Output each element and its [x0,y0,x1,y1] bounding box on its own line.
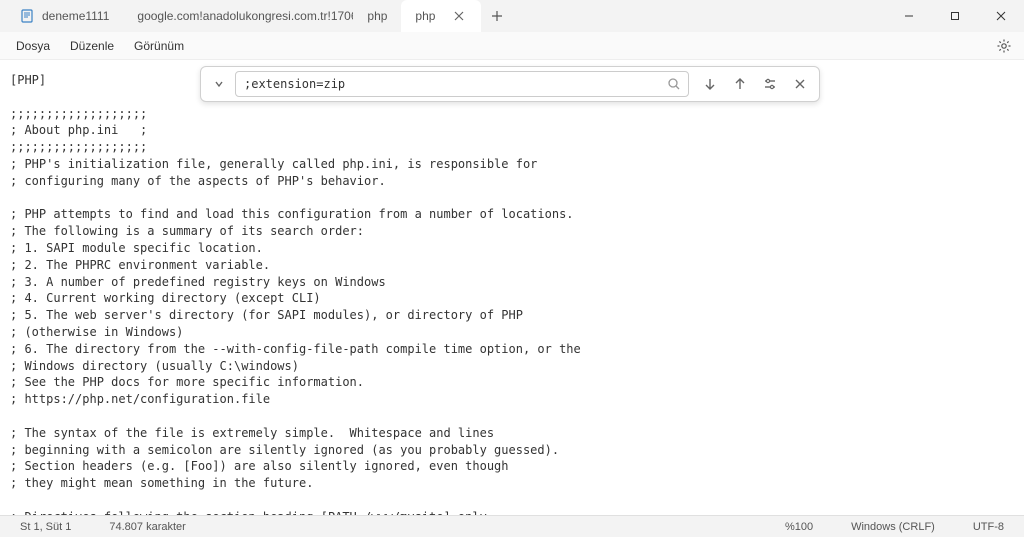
status-caret[interactable]: St 1, Süt 1 [10,521,81,533]
statusbar: St 1, Süt 1 74.807 karakter %100 Windows… [0,515,1024,537]
find-next-button[interactable] [697,71,723,97]
tab-php-active[interactable]: php [401,0,481,32]
maximize-button[interactable] [932,0,978,32]
menu-edit[interactable]: Düzenle [60,35,124,57]
window-controls [886,0,1024,32]
editor-content[interactable]: [PHP] ;;;;;;;;;;;;;;;;;;; ; About php.in… [0,60,1024,515]
find-input[interactable] [235,71,689,97]
menu-view[interactable]: Görünüm [124,35,194,57]
status-zoom[interactable]: %100 [775,521,823,533]
expand-find-button[interactable] [207,72,231,96]
file-icon [20,9,34,23]
menu-file[interactable]: Dosya [6,35,60,57]
find-bar [200,66,820,102]
editor-area[interactable]: [PHP] ;;;;;;;;;;;;;;;;;;; ; About php.in… [0,60,1024,515]
status-encoding[interactable]: UTF-8 [963,521,1014,533]
tab-deneme[interactable]: deneme1111 [6,0,123,32]
tabs: deneme1111 google.com!anadolukongresi.co… [0,0,886,32]
close-window-button[interactable] [978,0,1024,32]
status-eol[interactable]: Windows (CRLF) [841,521,945,533]
titlebar: deneme1111 google.com!anadolukongresi.co… [0,0,1024,32]
close-find-button[interactable] [787,71,813,97]
menubar: Dosya Düzenle Görünüm [0,32,1024,60]
tab-label: deneme1111 [42,9,109,23]
tab-label: google.com!anadolukongresi.com.tr!1706… [137,9,353,23]
tab-label: php [415,9,435,23]
minimize-button[interactable] [886,0,932,32]
find-prev-button[interactable] [727,71,753,97]
tab-label: php [367,9,387,23]
new-tab-button[interactable] [481,0,513,32]
find-options-button[interactable] [757,71,783,97]
tab-php-1[interactable]: php [353,0,401,32]
tab-google[interactable]: google.com!anadolukongresi.com.tr!1706… [123,0,353,32]
close-icon[interactable] [451,8,467,24]
settings-button[interactable] [990,32,1018,60]
status-chars[interactable]: 74.807 karakter [99,521,195,533]
